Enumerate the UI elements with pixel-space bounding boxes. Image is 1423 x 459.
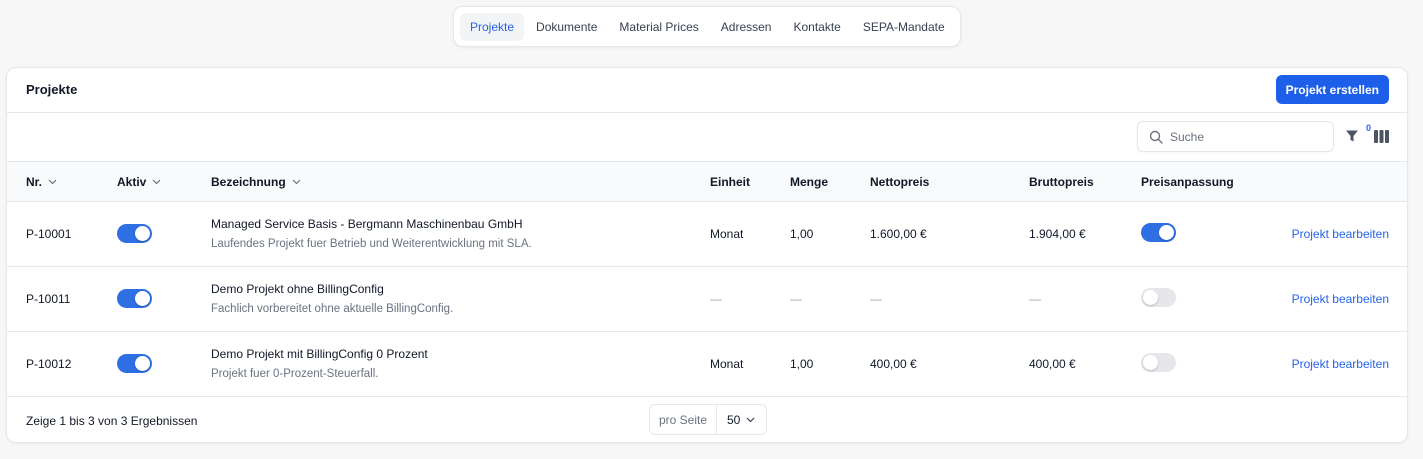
search-box[interactable] bbox=[1137, 121, 1334, 152]
per-page-control: pro Seite 50 bbox=[649, 404, 767, 435]
chevron-down-icon bbox=[152, 179, 161, 185]
tab-kontakte[interactable]: Kontakte bbox=[783, 13, 850, 41]
table-header: Nr. Aktiv Bezeichnung Einheit Menge Nett… bbox=[7, 162, 1407, 202]
cell-bruttopreis: 1.904,00 € bbox=[1029, 227, 1086, 241]
top-tabs: Projekte Dokumente Material Prices Adres… bbox=[453, 6, 961, 47]
column-header-menge: Menge bbox=[790, 175, 829, 189]
toggle-knob bbox=[135, 226, 150, 241]
tab-dokumente[interactable]: Dokumente bbox=[526, 13, 607, 41]
cell-einheit: — bbox=[710, 292, 722, 306]
chevron-down-icon bbox=[292, 179, 301, 185]
toggle-knob bbox=[1143, 355, 1158, 370]
edit-project-link[interactable]: Projekt bearbeiten bbox=[1292, 292, 1389, 306]
filter-count-badge: 0 bbox=[1366, 123, 1372, 133]
column-header-nr[interactable]: Nr. bbox=[26, 175, 57, 189]
table-toolbar: 0 bbox=[7, 113, 1407, 162]
cell-nettopreis: — bbox=[870, 292, 882, 306]
column-label: Aktiv bbox=[117, 175, 147, 189]
cell-einheit: Monat bbox=[710, 357, 744, 371]
create-project-button[interactable]: Projekt erstellen bbox=[1275, 75, 1389, 104]
projects-card: Projekte Projekt erstellen 0 Nr. Aktiv bbox=[6, 67, 1408, 443]
edit-project-link[interactable]: Projekt bearbeiten bbox=[1292, 357, 1389, 371]
search-input[interactable] bbox=[1170, 127, 1325, 147]
cell-nr: P-10001 bbox=[26, 227, 72, 241]
columns-icon[interactable] bbox=[1374, 130, 1389, 143]
aktiv-toggle[interactable] bbox=[117, 354, 152, 373]
project-title: Demo Projekt ohne BillingConfig bbox=[211, 282, 384, 296]
cell-menge: — bbox=[790, 292, 802, 306]
aktiv-toggle[interactable] bbox=[117, 289, 152, 308]
page-title: Projekte bbox=[26, 82, 78, 97]
per-page-select[interactable]: 50 bbox=[717, 405, 766, 434]
column-label: Nr. bbox=[26, 175, 43, 189]
table-row: P-10012 Demo Projekt mit BillingConfig 0… bbox=[7, 332, 1407, 397]
preisanpassung-toggle[interactable] bbox=[1141, 288, 1176, 307]
chevron-down-icon bbox=[746, 417, 755, 422]
preisanpassung-toggle[interactable] bbox=[1141, 353, 1176, 372]
per-page-value: 50 bbox=[727, 412, 741, 427]
pagination-summary: Zeige 1 bis 3 von 3 Ergebnissen bbox=[26, 414, 198, 428]
card-header: Projekte Projekt erstellen bbox=[7, 68, 1407, 113]
toggle-knob bbox=[135, 291, 150, 306]
cell-menge: 1,00 bbox=[790, 357, 814, 371]
cell-nettopreis: 1.600,00 € bbox=[870, 227, 927, 241]
column-header-bruttopreis: Bruttopreis bbox=[1029, 175, 1094, 189]
cell-nr: P-10012 bbox=[26, 357, 72, 371]
project-description: Laufendes Projekt fuer Betrieb und Weite… bbox=[211, 238, 532, 250]
tab-projekte[interactable]: Projekte bbox=[460, 12, 525, 41]
toggle-knob bbox=[1159, 225, 1174, 240]
column-header-aktiv[interactable]: Aktiv bbox=[117, 175, 161, 189]
toggle-knob bbox=[135, 356, 150, 371]
project-description: Fachlich vorbereitet ohne aktuelle Billi… bbox=[211, 303, 454, 315]
column-header-nettopreis: Nettopreis bbox=[870, 175, 930, 189]
tab-sepa-mandate[interactable]: SEPA-Mandate bbox=[853, 13, 955, 41]
cell-bruttopreis: — bbox=[1029, 292, 1041, 306]
filter-icon[interactable] bbox=[1345, 129, 1359, 143]
cell-nettopreis: 400,00 € bbox=[870, 357, 917, 371]
table-row: P-10001 Managed Service Basis - Bergmann… bbox=[7, 202, 1407, 267]
column-header-preisanpassung: Preisanpassung bbox=[1141, 175, 1234, 189]
project-title: Demo Projekt mit BillingConfig 0 Prozent bbox=[211, 347, 428, 361]
column-label: Bezeichnung bbox=[211, 175, 286, 189]
per-page-label: pro Seite bbox=[650, 405, 717, 434]
tab-adressen[interactable]: Adressen bbox=[711, 13, 782, 41]
toggle-knob bbox=[1143, 290, 1158, 305]
table-row: P-10011 Demo Projekt ohne BillingConfig … bbox=[7, 267, 1407, 332]
project-description: Projekt fuer 0-Prozent-Steuerfall. bbox=[211, 368, 379, 380]
chevron-down-icon bbox=[48, 179, 57, 185]
column-header-bezeichnung[interactable]: Bezeichnung bbox=[211, 175, 301, 189]
search-icon bbox=[1149, 130, 1163, 144]
project-title: Managed Service Basis - Bergmann Maschin… bbox=[211, 217, 523, 231]
cell-einheit: Monat bbox=[710, 227, 744, 241]
preisanpassung-toggle[interactable] bbox=[1141, 223, 1176, 242]
cell-bruttopreis: 400,00 € bbox=[1029, 357, 1076, 371]
aktiv-toggle[interactable] bbox=[117, 224, 152, 243]
edit-project-link[interactable]: Projekt bearbeiten bbox=[1292, 227, 1389, 241]
cell-menge: 1,00 bbox=[790, 227, 814, 241]
tab-material-prices[interactable]: Material Prices bbox=[609, 13, 708, 41]
cell-nr: P-10011 bbox=[26, 292, 71, 306]
column-header-einheit: Einheit bbox=[710, 175, 751, 189]
